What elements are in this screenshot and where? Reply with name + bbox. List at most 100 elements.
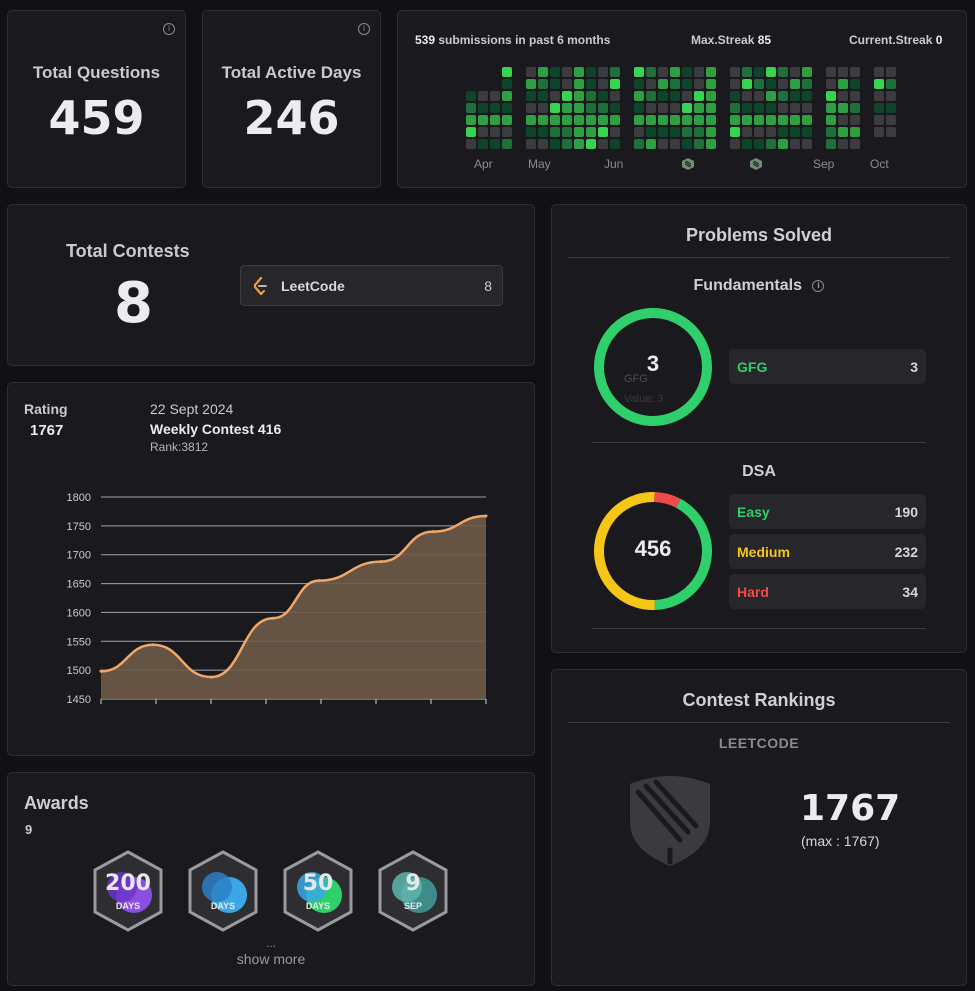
heatmap-cell[interactable]	[826, 115, 836, 125]
heatmap-cell[interactable]	[850, 103, 860, 113]
heatmap-cell[interactable]	[658, 127, 668, 137]
heatmap-cell[interactable]	[634, 103, 644, 113]
heatmap-cell[interactable]	[838, 139, 848, 149]
heatmap-cell[interactable]	[850, 127, 860, 137]
heatmap-cell[interactable]	[610, 103, 620, 113]
heatmap-cell[interactable]	[562, 139, 572, 149]
heatmap-cell[interactable]	[754, 103, 764, 113]
heatmap-cell[interactable]	[874, 115, 884, 125]
heatmap-cell[interactable]	[538, 79, 548, 89]
heatmap-cell[interactable]	[730, 67, 740, 77]
heatmap-cell[interactable]	[742, 79, 752, 89]
heatmap-cell[interactable]	[706, 115, 716, 125]
heatmap-cell[interactable]	[826, 67, 836, 77]
heatmap-cell[interactable]	[850, 91, 860, 101]
heatmap-cell[interactable]	[538, 127, 548, 137]
heatmap-cell[interactable]	[754, 91, 764, 101]
heatmap-cell[interactable]	[574, 67, 584, 77]
heatmap-cell[interactable]	[766, 79, 776, 89]
heatmap-cell[interactable]	[502, 103, 512, 113]
heatmap-cell[interactable]	[610, 127, 620, 137]
heatmap-cell[interactable]	[706, 91, 716, 101]
heatmap-cell[interactable]	[550, 103, 560, 113]
heatmap-cell[interactable]	[886, 115, 896, 125]
heatmap-cell[interactable]	[778, 139, 788, 149]
heatmap-cell[interactable]	[490, 127, 500, 137]
heatmap-cell[interactable]	[886, 127, 896, 137]
heatmap-cell[interactable]	[670, 115, 680, 125]
heatmap-cell[interactable]	[694, 103, 704, 113]
heatmap-cell[interactable]	[502, 115, 512, 125]
heatmap-cell[interactable]	[550, 91, 560, 101]
heatmap-cell[interactable]	[490, 91, 500, 101]
heatmap-cell[interactable]	[730, 139, 740, 149]
heatmap-cell[interactable]	[634, 91, 644, 101]
heatmap-cell[interactable]	[550, 139, 560, 149]
heatmap-cell[interactable]	[730, 115, 740, 125]
heatmap-cell[interactable]	[874, 79, 884, 89]
heatmap-cell[interactable]	[754, 115, 764, 125]
heatmap-cell[interactable]	[466, 139, 476, 149]
heatmap-cell[interactable]	[526, 127, 536, 137]
heatmap-cell[interactable]	[550, 115, 560, 125]
heatmap-cell[interactable]	[730, 127, 740, 137]
heatmap-cell[interactable]	[538, 103, 548, 113]
heatmap-cell[interactable]	[886, 91, 896, 101]
heatmap-cell[interactable]	[838, 79, 848, 89]
info-icon[interactable]: i	[358, 23, 370, 35]
heatmap-cell[interactable]	[502, 79, 512, 89]
heatmap-cell[interactable]	[742, 139, 752, 149]
heatmap-cell[interactable]	[838, 115, 848, 125]
heatmap-cell[interactable]	[490, 103, 500, 113]
heatmap-cell[interactable]	[586, 67, 596, 77]
heatmap-cell[interactable]	[790, 67, 800, 77]
heatmap-cell[interactable]	[778, 67, 788, 77]
heatmap-cell[interactable]	[634, 115, 644, 125]
heatmap-cell[interactable]	[694, 115, 704, 125]
heatmap-cell[interactable]	[766, 115, 776, 125]
heatmap-cell[interactable]	[490, 115, 500, 125]
heatmap-cell[interactable]	[490, 139, 500, 149]
heatmap-cell[interactable]	[742, 127, 752, 137]
heatmap-cell[interactable]	[826, 139, 836, 149]
heatmap-cell[interactable]	[802, 67, 812, 77]
heatmap-cell[interactable]	[802, 115, 812, 125]
heatmap-cell[interactable]	[610, 91, 620, 101]
heatmap-cell[interactable]	[634, 139, 644, 149]
leetcode-badge-icon[interactable]	[749, 157, 763, 176]
heatmap-cell[interactable]	[826, 127, 836, 137]
heatmap-cell[interactable]	[826, 91, 836, 101]
heatmap-cell[interactable]	[886, 67, 896, 77]
heatmap-cell[interactable]	[526, 91, 536, 101]
heatmap-cell[interactable]	[562, 91, 572, 101]
heatmap-cell[interactable]	[670, 139, 680, 149]
heatmap-cell[interactable]	[790, 79, 800, 89]
heatmap-cell[interactable]	[802, 79, 812, 89]
heatmap-cell[interactable]	[478, 127, 488, 137]
heatmap-cell[interactable]	[478, 115, 488, 125]
heatmap-cell[interactable]	[646, 103, 656, 113]
heatmap-cell[interactable]	[634, 127, 644, 137]
heatmap-cell[interactable]	[538, 67, 548, 77]
heatmap-cell[interactable]	[466, 115, 476, 125]
heatmap-cell[interactable]	[850, 79, 860, 89]
heatmap-cell[interactable]	[550, 79, 560, 89]
heatmap-cell[interactable]	[850, 115, 860, 125]
heatmap-cell[interactable]	[850, 139, 860, 149]
heatmap-cell[interactable]	[610, 115, 620, 125]
heatmap-cell[interactable]	[874, 67, 884, 77]
heatmap-cell[interactable]	[658, 115, 668, 125]
heatmap-cell[interactable]	[586, 115, 596, 125]
heatmap-cell[interactable]	[550, 127, 560, 137]
heatmap-cell[interactable]	[682, 79, 692, 89]
heatmap-cell[interactable]	[670, 79, 680, 89]
heatmap-cell[interactable]	[826, 79, 836, 89]
heatmap-cell[interactable]	[502, 139, 512, 149]
heatmap-cell[interactable]	[766, 67, 776, 77]
heatmap-cell[interactable]	[754, 127, 764, 137]
heatmap-cell[interactable]	[682, 115, 692, 125]
heatmap-cell[interactable]	[706, 139, 716, 149]
heatmap-cell[interactable]	[874, 103, 884, 113]
sep-badge-icon[interactable]: 9 SEP	[375, 849, 451, 933]
heatmap-cell[interactable]	[766, 91, 776, 101]
